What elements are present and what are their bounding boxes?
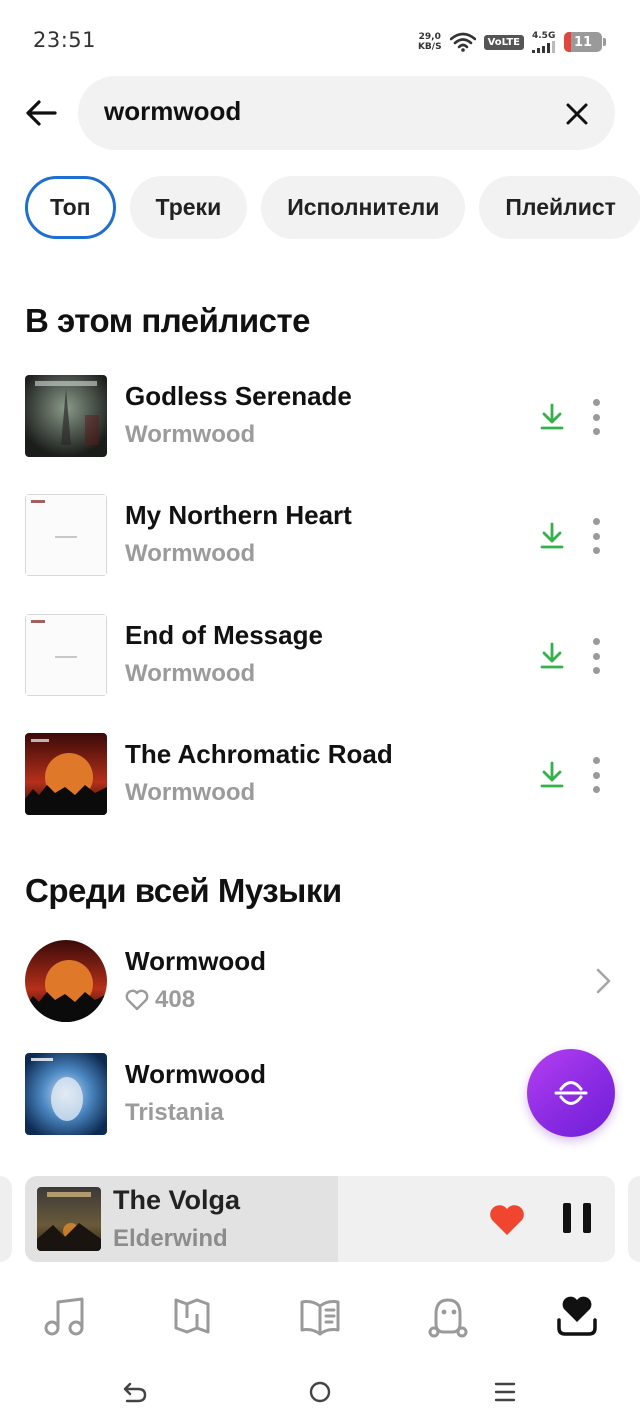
network-type: 4.5G <box>532 31 556 41</box>
pause-icon <box>563 1203 571 1233</box>
search-input[interactable]: wormwood <box>104 96 241 127</box>
track-cover <box>25 733 107 815</box>
net-speed-value: 29,0 <box>418 32 441 42</box>
system-back-button[interactable] <box>119 1376 151 1408</box>
filter-chip-top[interactable]: Топ <box>25 176 116 239</box>
section-title-all-music: Среди всей Музыки <box>25 872 342 909</box>
vibe-wave-icon <box>554 1081 588 1105</box>
more-options-icon[interactable] <box>589 638 603 674</box>
filter-chips: Топ Треки Исполнители Плейлист <box>25 176 640 239</box>
more-options-icon[interactable] <box>589 757 603 793</box>
track-title: Godless Serenade <box>125 381 352 411</box>
artist-row[interactable]: Wormwood 408 <box>25 940 615 1022</box>
track-cover <box>25 494 107 576</box>
artist-avatar <box>25 940 107 1022</box>
track-artist: Wormwood <box>125 540 256 567</box>
track-artist: Tristania <box>125 1099 224 1126</box>
downloaded-icon <box>540 761 564 788</box>
my-collection-icon[interactable] <box>555 1294 599 1338</box>
search-field[interactable]: wormwood <box>78 76 615 150</box>
filter-chip-tracks[interactable]: Треки <box>129 176 248 239</box>
book-icon[interactable] <box>298 1294 342 1338</box>
filter-chip-playlists[interactable]: Плейлист <box>479 176 640 239</box>
system-home-icon <box>309 1381 331 1403</box>
signal-icon: 4.5G <box>532 31 556 53</box>
track-cover <box>25 375 107 457</box>
system-back-icon <box>123 1382 147 1403</box>
track-row[interactable]: End of Message Wormwood <box>25 614 615 696</box>
system-menu-icon <box>494 1382 516 1402</box>
player-cover <box>37 1187 101 1251</box>
pause-button[interactable] <box>563 1203 591 1235</box>
status-time: 23:51 <box>33 28 97 52</box>
heart-filled-icon <box>490 1205 524 1235</box>
music-note-icon[interactable] <box>43 1294 87 1338</box>
heart-outline-icon <box>125 989 149 1011</box>
downloaded-icon <box>540 642 564 669</box>
net-speed: 29,0 KB/S <box>418 32 442 52</box>
like-button[interactable] <box>488 1202 526 1238</box>
more-options-icon[interactable] <box>589 518 603 554</box>
downloaded-icon <box>540 403 564 430</box>
prev-player-card[interactable] <box>0 1176 12 1262</box>
kids-icon[interactable] <box>426 1294 470 1338</box>
wifi-icon <box>449 32 476 52</box>
track-artist: Wormwood <box>125 421 256 448</box>
artist-name: Wormwood <box>125 946 267 976</box>
clear-search-button[interactable] <box>561 98 593 130</box>
track-row[interactable]: The Achromatic Road Wormwood <box>25 733 615 815</box>
track-cover <box>25 1053 107 1135</box>
more-options-icon[interactable] <box>589 399 603 435</box>
battery-icon: 11 <box>564 32 606 52</box>
track-row[interactable]: My Northern Heart Wormwood <box>25 494 615 576</box>
net-speed-unit: KB/S <box>417 42 442 52</box>
status-icons: 29,0 KB/S VoLTE 4.5G 11 <box>418 28 606 56</box>
player-title: The Volga <box>113 1185 241 1215</box>
track-title: The Achromatic Road <box>125 739 393 769</box>
mini-player[interactable]: The Volga Elderwind <box>25 1176 615 1262</box>
artist-likes: 408 <box>125 986 195 1014</box>
track-artist: Wormwood <box>125 779 256 806</box>
volte-badge: VoLTE <box>483 34 524 50</box>
track-title: Wormwood <box>125 1059 267 1089</box>
likes-count: 408 <box>155 986 196 1013</box>
track-row[interactable]: Godless Serenade Wormwood <box>25 375 615 457</box>
downloaded-icon <box>540 522 564 549</box>
map-icon[interactable] <box>170 1294 214 1338</box>
my-vibe-button[interactable] <box>527 1049 615 1137</box>
track-title: End of Message <box>125 620 323 650</box>
chevron-right-icon <box>596 968 611 994</box>
track-cover <box>25 614 107 696</box>
back-button[interactable] <box>20 92 62 134</box>
track-title: My Northern Heart <box>125 500 352 530</box>
track-artist: Wormwood <box>125 660 256 687</box>
next-player-card[interactable] <box>628 1176 640 1262</box>
system-menu-button[interactable] <box>489 1376 521 1408</box>
battery-level: 11 <box>573 34 593 50</box>
filter-chip-artists[interactable]: Исполнители <box>261 176 466 239</box>
system-home-button[interactable] <box>304 1376 336 1408</box>
player-artist: Elderwind <box>113 1225 228 1252</box>
section-title-in-playlist: В этом плейлисте <box>25 302 311 339</box>
back-arrow-icon <box>26 100 57 126</box>
close-icon <box>566 103 588 125</box>
